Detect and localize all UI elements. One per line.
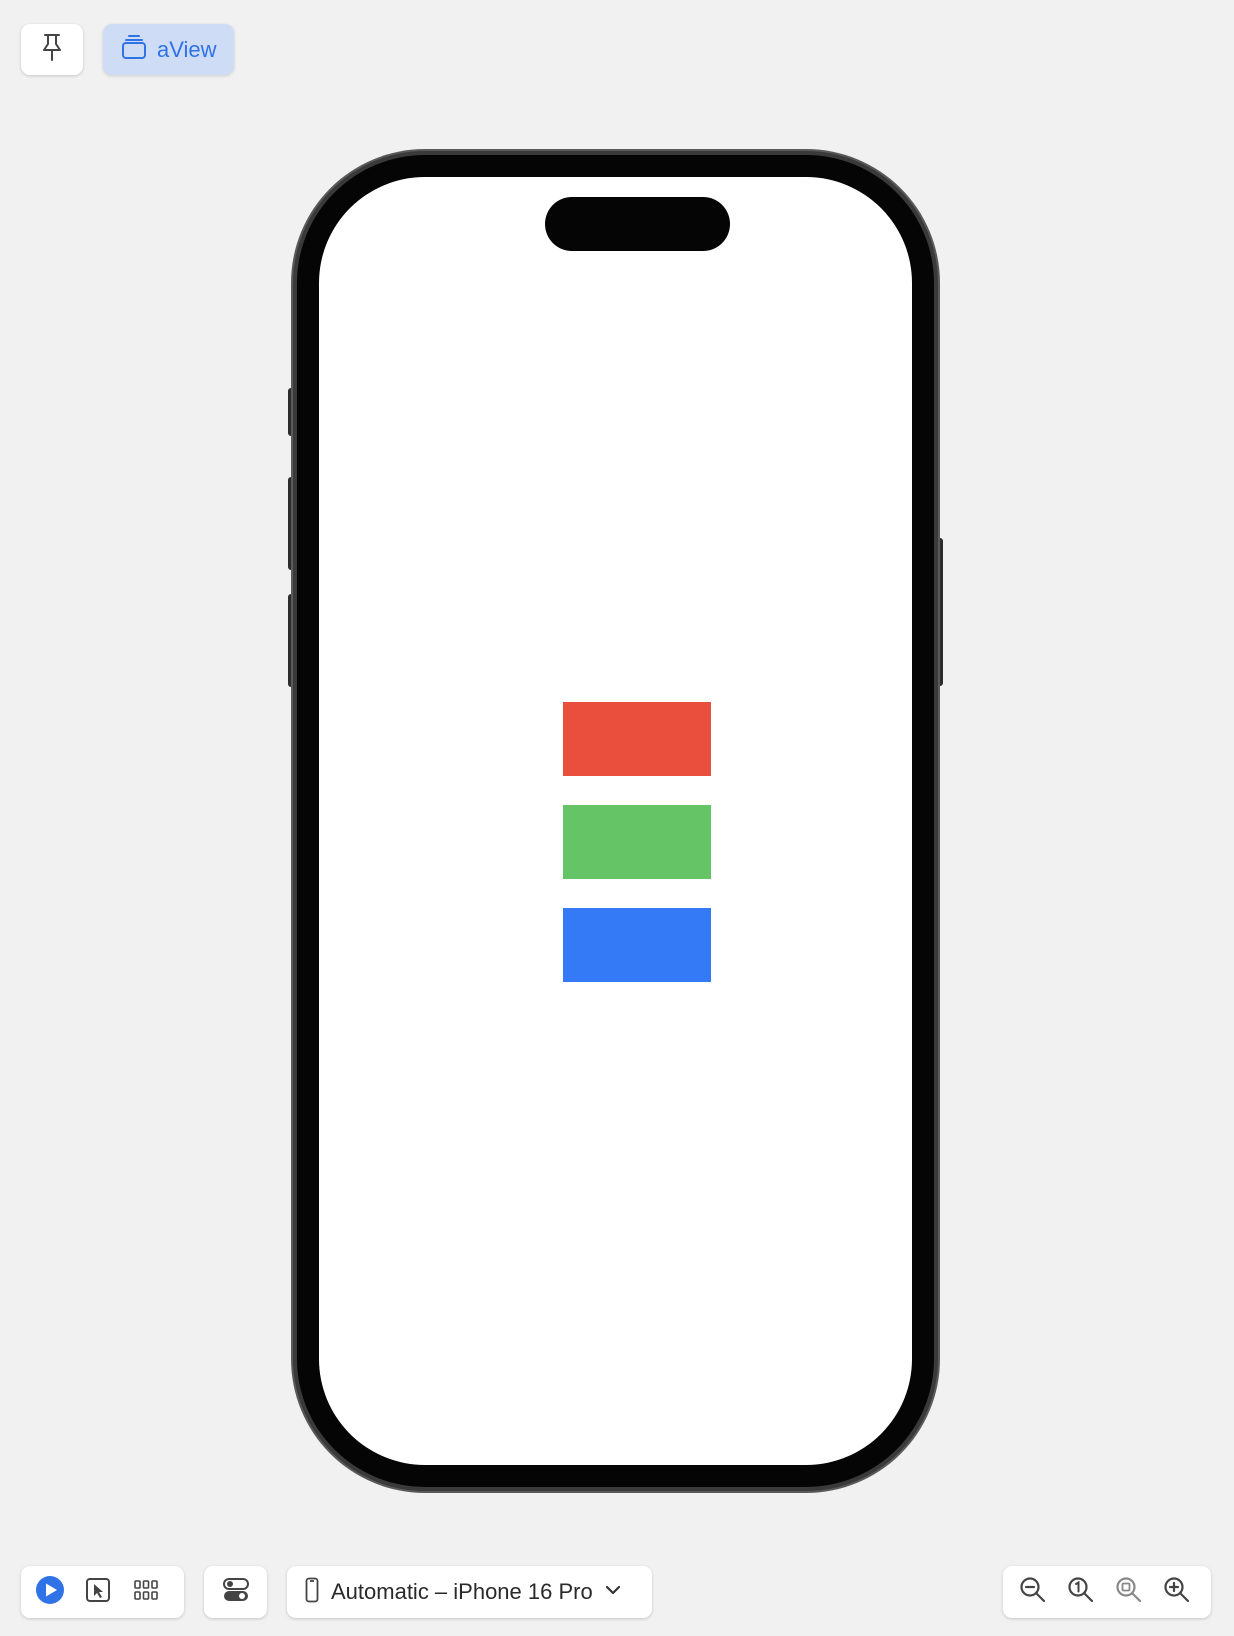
volume-down-button xyxy=(288,594,296,687)
pin-preview-button[interactable] xyxy=(21,24,83,75)
preview-canvas: aView Automatic – iPhone 16 Pro xyxy=(0,0,1234,1636)
preview-mode-toolbar xyxy=(21,1566,184,1618)
zoom-in-icon xyxy=(1163,1576,1191,1609)
zoom-out-button[interactable] xyxy=(1011,1572,1055,1612)
live-preview-button[interactable] xyxy=(28,1572,72,1612)
chevron-down-icon xyxy=(605,1583,621,1601)
device-screen xyxy=(319,177,912,1465)
device-frame xyxy=(297,155,934,1487)
green-rectangle xyxy=(563,805,711,879)
selectable-mode-button[interactable] xyxy=(76,1572,120,1612)
device-selector[interactable]: Automatic – iPhone 16 Pro xyxy=(287,1566,652,1618)
zoom-to-fit-button[interactable] xyxy=(1107,1572,1151,1612)
view-chip-label: aView xyxy=(157,36,217,62)
zoom-fit-icon xyxy=(1115,1576,1143,1609)
volume-up-button xyxy=(288,477,296,570)
variants-mode-button[interactable] xyxy=(124,1572,168,1612)
stack-icon xyxy=(121,34,147,65)
device-settings-button[interactable] xyxy=(204,1566,267,1618)
power-button xyxy=(935,538,943,686)
zoom-out-icon xyxy=(1019,1576,1047,1609)
zoom-in-button[interactable] xyxy=(1155,1572,1199,1612)
live-play-icon xyxy=(35,1575,65,1610)
red-rectangle xyxy=(563,702,711,776)
zoom-toolbar xyxy=(1003,1566,1211,1618)
iphone-icon xyxy=(305,1577,319,1608)
dynamic-island xyxy=(545,197,730,251)
selectable-pointer-icon xyxy=(85,1577,111,1608)
action-button xyxy=(288,388,296,436)
preview-view-selector[interactable]: aView xyxy=(103,24,234,75)
device-settings-toggle-icon xyxy=(222,1576,250,1609)
device-selector-label: Automatic – iPhone 16 Pro xyxy=(331,1579,593,1604)
zoom-100-icon xyxy=(1067,1576,1095,1609)
blue-rectangle xyxy=(563,908,711,982)
pin-icon xyxy=(39,32,65,67)
zoom-actual-size-button[interactable] xyxy=(1059,1572,1103,1612)
variants-grid-icon xyxy=(133,1579,159,1606)
